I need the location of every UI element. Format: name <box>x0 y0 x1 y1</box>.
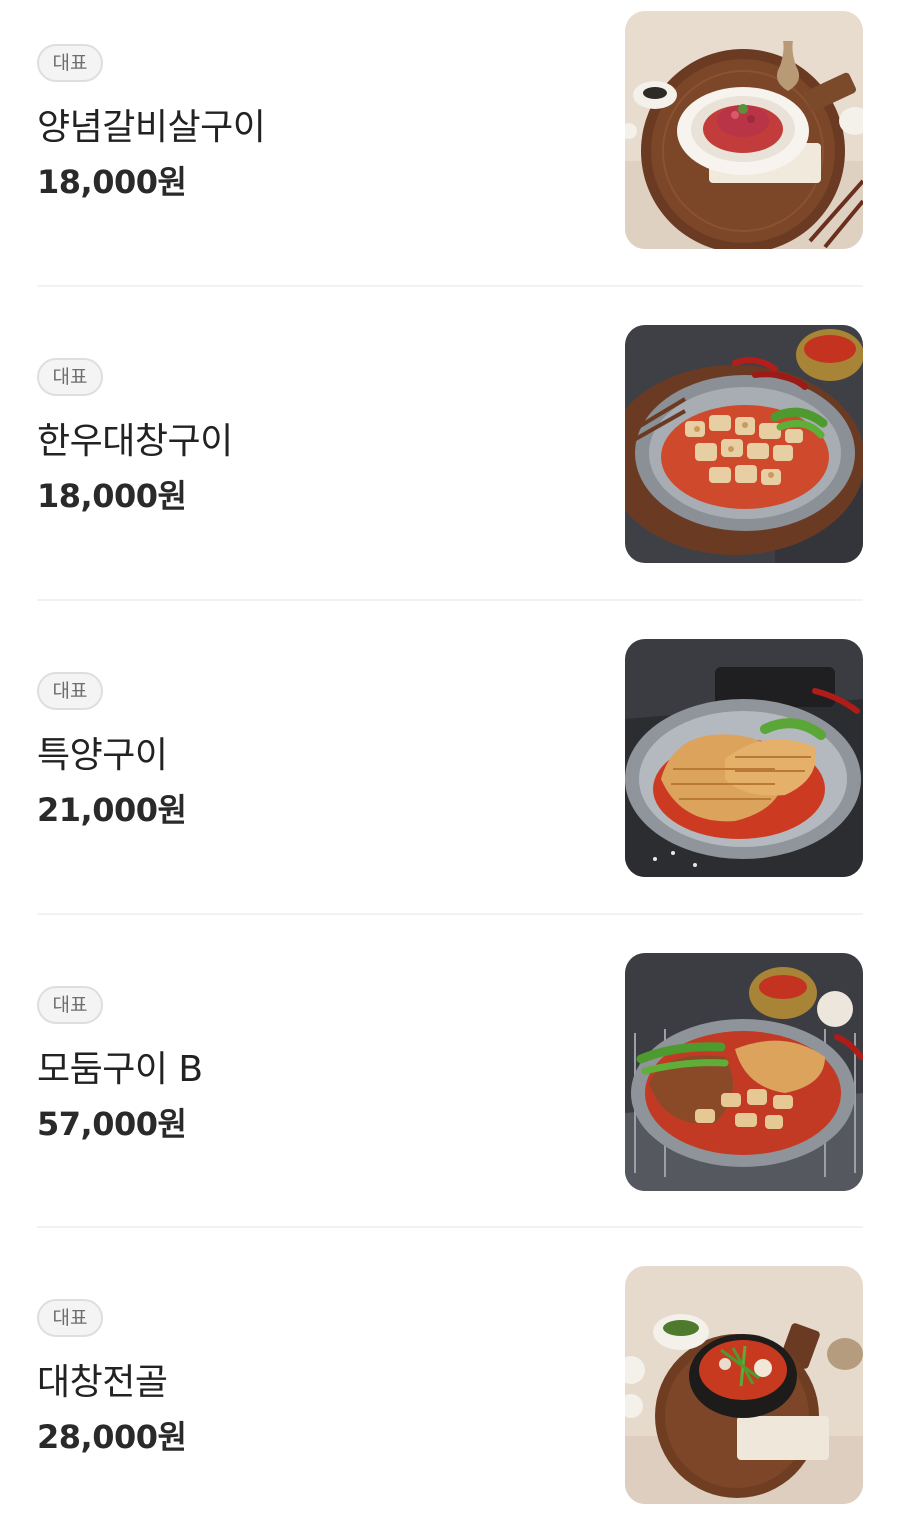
seasoned-galbi-photo <box>625 11 863 249</box>
signature-badge: 대표 <box>37 986 103 1024</box>
signature-badge: 대표 <box>37 672 103 710</box>
daechang-hotpot-photo <box>625 1266 863 1504</box>
menu-item-hanwoo-daechang[interactable]: 대표 한우대창구이 18,000원 <box>0 314 900 628</box>
menu-item-price: 18,000원 <box>37 163 187 201</box>
menu-item-name: 양념갈비살구이 <box>37 107 266 148</box>
menu-item-price: 21,000원 <box>37 791 187 829</box>
divider <box>37 1226 863 1228</box>
menu-item-price: 18,000원 <box>37 477 187 515</box>
menu-item-name: 모둠구이 B <box>37 1049 203 1090</box>
tripe-grill-photo <box>625 639 863 877</box>
menu-item-name: 특양구이 <box>37 735 168 776</box>
divider <box>37 285 863 287</box>
menu-item-name: 대창전골 <box>37 1362 168 1403</box>
menu-item-price: 28,000원 <box>37 1418 187 1456</box>
signature-badge: 대표 <box>37 358 103 396</box>
menu-item-photo[interactable] <box>625 953 863 1191</box>
divider <box>37 913 863 915</box>
signature-badge: 대표 <box>37 44 103 82</box>
menu-item-photo[interactable] <box>625 639 863 877</box>
divider <box>37 599 863 601</box>
assorted-grill-photo <box>625 953 863 1191</box>
menu-item-price: 57,000원 <box>37 1105 187 1143</box>
menu-item-name: 한우대창구이 <box>37 421 233 462</box>
menu-item-photo[interactable] <box>625 11 863 249</box>
menu-item-tripe-grill[interactable]: 대표 특양구이 21,000원 <box>0 628 900 942</box>
menu-item-seasoned-galbi[interactable]: 대표 양념갈비살구이 18,000원 <box>0 0 900 314</box>
menu-item-photo[interactable] <box>625 325 863 563</box>
menu-list: 대표 양념갈비살구이 18,000원 대표 한우대창구이 18,000원 대표 … <box>0 0 900 1534</box>
menu-item-assorted-grill-b[interactable]: 대표 모둠구이 B 57,000원 <box>0 942 900 1256</box>
menu-item-photo[interactable] <box>625 1266 863 1504</box>
menu-item-daechang-hotpot[interactable]: 대표 대창전골 28,000원 <box>0 1255 900 1534</box>
hanwoo-daechang-photo <box>625 325 863 563</box>
signature-badge: 대표 <box>37 1299 103 1337</box>
